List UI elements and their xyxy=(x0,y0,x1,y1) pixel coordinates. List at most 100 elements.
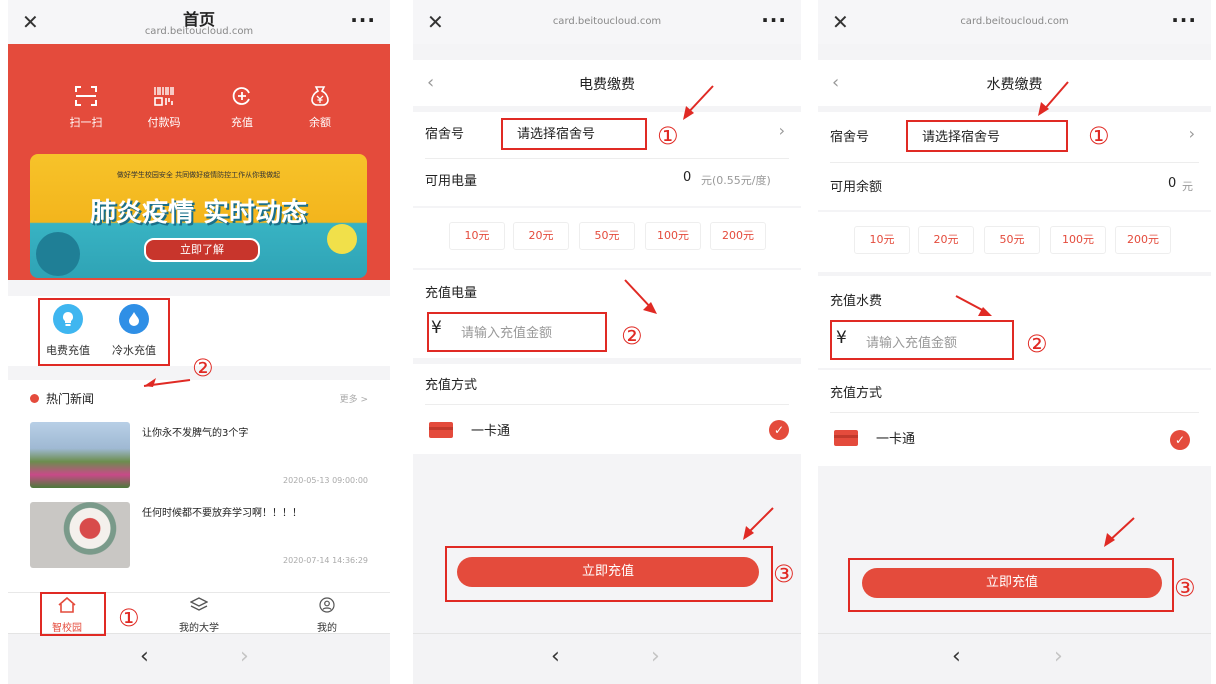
water-payment-screen: ✕ card.beitoucloud.com ··· ‹ 水费缴费 宿舍号 请选… xyxy=(818,0,1211,684)
tab-my-university[interactable]: 我的大学 xyxy=(166,597,232,634)
step-1-marker: ① xyxy=(118,604,140,632)
barcode-icon xyxy=(134,84,194,110)
page-url: card.beitoucloud.com xyxy=(960,16,1069,27)
back-icon[interactable]: ‹ xyxy=(551,646,560,668)
more-icon[interactable]: ··· xyxy=(350,8,376,32)
method-label: 充值方式 xyxy=(425,378,478,393)
browser-bottom-nav: ‹ › xyxy=(8,633,390,684)
page-title: 电费缴费 xyxy=(579,77,635,93)
forward-icon[interactable]: › xyxy=(240,646,249,668)
arrow-icon xyxy=(683,85,714,120)
news-item[interactable]: 任何时候都不要放弃学习啊！！！！ 2020-07-14 14:36:29 xyxy=(8,502,390,582)
news-more-link[interactable]: 更多 > xyxy=(340,392,368,405)
amount-option[interactable]: 20元 xyxy=(513,222,569,250)
arrow-icon xyxy=(743,507,774,540)
fire-icon xyxy=(30,394,39,403)
forward-icon[interactable]: › xyxy=(651,646,660,668)
divider xyxy=(425,404,789,405)
amount-option[interactable]: 10元 xyxy=(854,226,910,254)
payment-method-card: 充值方式 一卡通 ✓ xyxy=(413,364,801,454)
divider xyxy=(830,412,1199,413)
step-2-marker: ② xyxy=(1026,330,1048,358)
more-icon[interactable]: ··· xyxy=(761,8,787,32)
browser-top-bar: ✕ 首页 card.beitoucloud.com ··· xyxy=(8,0,390,44)
money-bag-icon xyxy=(290,84,350,110)
recharge-icon xyxy=(212,84,272,110)
highlight-amount-input xyxy=(427,312,607,352)
method-name[interactable]: 一卡通 xyxy=(876,428,915,447)
highlight-home-tab xyxy=(40,592,106,636)
balance-value: 0 xyxy=(1168,176,1177,191)
learn-more-button[interactable]: 立即了解 xyxy=(144,238,260,262)
recharge-label: 充值电量 xyxy=(425,286,478,301)
chevron-right-icon[interactable]: › xyxy=(1189,124,1195,143)
banner-title: 肺炎疫情 实时动态 xyxy=(89,198,308,228)
method-name[interactable]: 一卡通 xyxy=(471,420,510,439)
step-2-marker: ② xyxy=(192,354,214,382)
highlight-amount-input xyxy=(830,320,1014,360)
home-screen: ✕ 首页 card.beitoucloud.com ··· 扫一扫 付款码 充值… xyxy=(8,0,390,684)
step-3-marker: ③ xyxy=(773,560,795,588)
browser-bottom-nav: ‹ › xyxy=(413,633,801,684)
balance-unit: 元(0.55元/度) xyxy=(701,174,771,187)
user-icon xyxy=(294,597,360,617)
arrow-icon xyxy=(1038,81,1069,116)
arrow-icon xyxy=(955,295,992,316)
epidemic-banner[interactable]: 做好学生校园安全 共同做好疫情防控工作从你我做起 肺炎疫情 实时动态 立即了解 xyxy=(30,154,367,278)
quick-action-balance[interactable]: 余额 xyxy=(290,84,350,130)
globe-decoration xyxy=(36,232,80,276)
check-icon[interactable]: ✓ xyxy=(1170,430,1190,450)
news-thumbnail xyxy=(30,422,130,488)
browser-top-bar: ✕ card.beitoucloud.com ··· xyxy=(413,0,801,44)
highlight-recharge-button xyxy=(445,546,773,602)
step-2-marker: ② xyxy=(621,322,643,350)
amount-option[interactable]: 10元 xyxy=(449,222,505,250)
news-section-title: 热门新闻 xyxy=(46,392,95,406)
amount-option[interactable]: 200元 xyxy=(710,222,766,250)
news-date: 2020-05-13 09:00:00 xyxy=(283,476,368,485)
back-icon[interactable]: ‹ xyxy=(952,646,961,668)
highlight-room-select xyxy=(906,120,1068,152)
balance-label: 可用电量 xyxy=(425,174,478,189)
bank-card-icon xyxy=(834,430,858,446)
divider xyxy=(830,162,1199,163)
banner-subtitle: 做好学生校园安全 共同做好疫情防控工作从你我做起 xyxy=(116,171,281,179)
quick-action-label: 付款码 xyxy=(147,116,181,129)
news-thumbnail xyxy=(30,502,130,568)
back-icon[interactable]: ‹ xyxy=(140,646,149,668)
recharge-label: 充值水费 xyxy=(830,294,883,309)
forward-icon[interactable]: › xyxy=(1054,646,1063,668)
amount-option[interactable]: 200元 xyxy=(1115,226,1171,254)
method-label: 充值方式 xyxy=(830,386,883,401)
amount-options: 10元 20元 50元 100元 200元 xyxy=(818,212,1211,272)
tab-label: 我的 xyxy=(317,623,337,634)
page-url: card.beitoucloud.com xyxy=(144,26,254,37)
news-date: 2020-07-14 14:36:29 xyxy=(283,556,368,565)
balance-value: 0 xyxy=(683,170,692,185)
more-icon[interactable]: ··· xyxy=(1171,8,1197,32)
news-title: 任何时候都不要放弃学习啊！！！！ xyxy=(142,508,302,519)
quick-action-scan[interactable]: 扫一扫 xyxy=(56,84,116,130)
electric-payment-screen: ✕ card.beitoucloud.com ··· ‹ 电费缴费 宿舍号 请选… xyxy=(413,0,801,684)
quick-action-label: 充值 xyxy=(231,116,253,129)
amount-option[interactable]: 100元 xyxy=(645,222,701,250)
quick-action-barcode[interactable]: 付款码 xyxy=(134,84,194,130)
amount-option[interactable]: 100元 xyxy=(1050,226,1106,254)
news-item[interactable]: 让你永不发脾气的3个字 2020-05-13 09:00:00 xyxy=(8,422,390,502)
tab-mine[interactable]: 我的 xyxy=(294,597,360,634)
step-1-marker: ① xyxy=(657,122,679,150)
quick-action-label: 余额 xyxy=(309,116,331,129)
highlight-room-select xyxy=(501,118,647,150)
chevron-right-icon[interactable]: › xyxy=(779,121,785,140)
room-label: 宿舍号 xyxy=(425,127,465,142)
arrow-icon xyxy=(143,378,191,387)
amount-option[interactable]: 50元 xyxy=(579,222,635,250)
quick-action-recharge[interactable]: 充值 xyxy=(212,84,272,130)
arrow-icon xyxy=(624,279,657,314)
amount-option[interactable]: 20元 xyxy=(918,226,974,254)
amount-option[interactable]: 50元 xyxy=(984,226,1040,254)
layers-icon xyxy=(166,597,232,617)
page-title: 水费缴费 xyxy=(986,77,1043,93)
step-1-marker: ① xyxy=(1088,122,1110,150)
check-icon[interactable]: ✓ xyxy=(769,420,789,440)
